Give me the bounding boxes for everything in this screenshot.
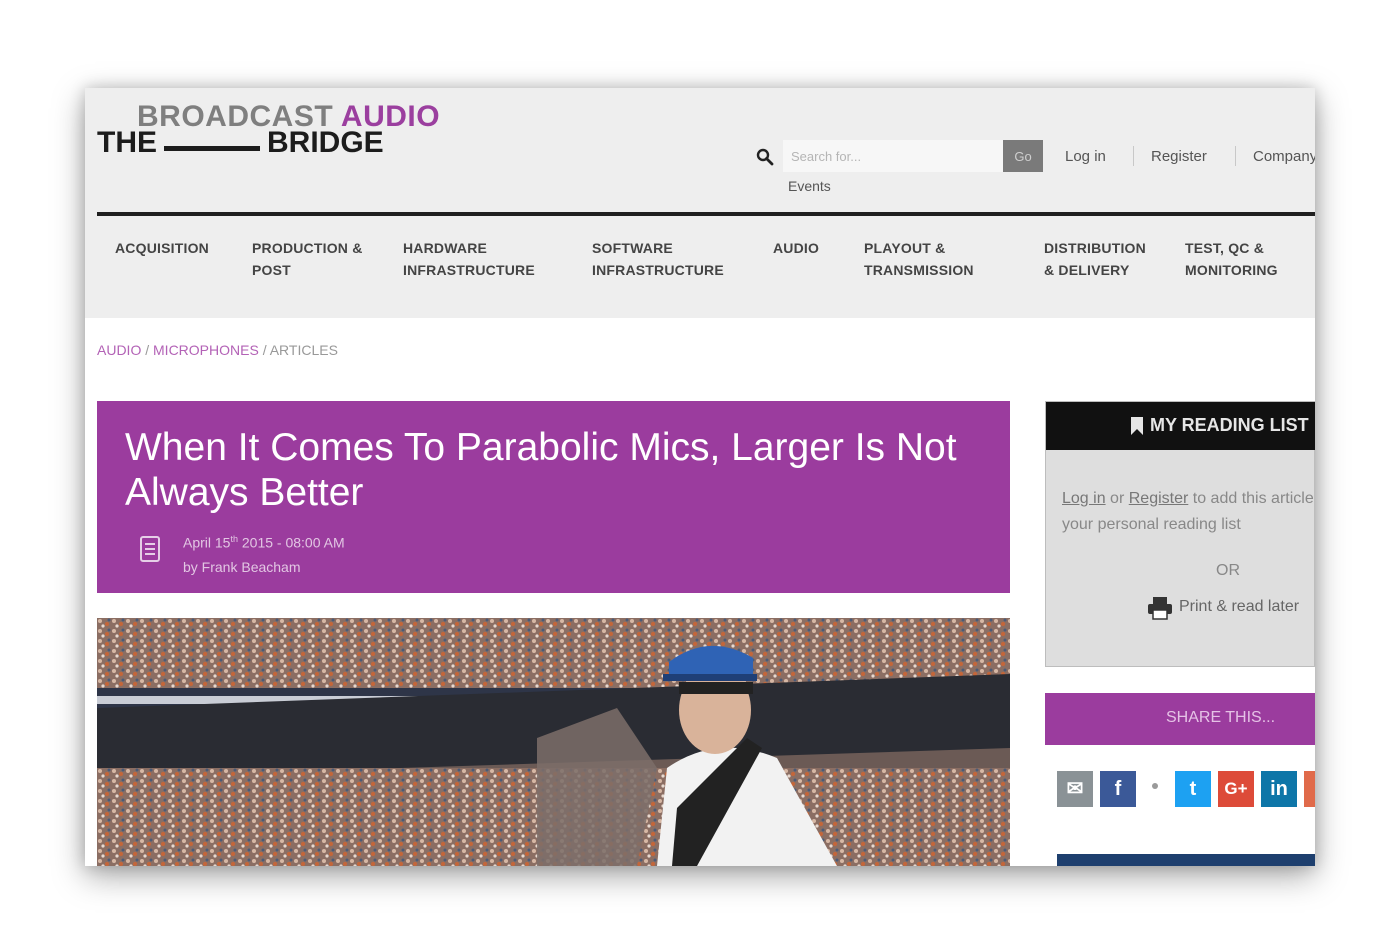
or-divider: OR: [1216, 562, 1240, 579]
twitter-share-icon[interactable]: t: [1175, 771, 1211, 807]
browser-screenshot: BROADCAST AUDIO THE BRIDGE Go Log in Reg…: [85, 88, 1315, 866]
nav-item-audio[interactable]: AUDIO: [773, 237, 819, 259]
reading-login-link[interactable]: Log in: [1062, 490, 1106, 507]
date-day: April 15: [183, 534, 231, 551]
nav-item-test-qc-monitoring[interactable]: TEST, QC & MONITORING: [1185, 237, 1278, 281]
breadcrumb-audio[interactable]: AUDIO: [97, 342, 141, 358]
logo-bar: [164, 146, 260, 151]
linkedin-share-icon[interactable]: in: [1261, 771, 1297, 807]
company-link[interactable]: Company: [1253, 148, 1315, 165]
email-share-icon[interactable]: ✉: [1057, 771, 1093, 807]
nav-item-production-post[interactable]: PRODUCTION & POST: [252, 237, 363, 281]
reading-list-box: MY READING LIST Log in or Register to ad…: [1045, 401, 1315, 667]
link-separator: [1133, 146, 1134, 166]
nav-label: TRANSMISSION: [864, 262, 974, 278]
share-bar: SHARE THIS...: [1045, 693, 1315, 745]
nav-item-acquisition[interactable]: ACQUISITION: [115, 237, 209, 259]
nav-label: AUDIO: [773, 240, 820, 256]
article-date: April 15th 2015 - 08:00 AM: [183, 527, 345, 555]
nav-label: PLAYOUT &: [864, 240, 946, 256]
nav-label: PRODUCTION &: [252, 240, 363, 256]
site-logo[interactable]: BROADCAST AUDIO THE BRIDGE: [97, 100, 440, 160]
breadcrumb-separator: /: [258, 342, 270, 358]
reading-list-text: Log in or Register to add this article t…: [1062, 486, 1315, 538]
reading-text-rest: to add this article to: [1192, 490, 1315, 507]
share-label: SHARE THIS...: [1166, 709, 1276, 726]
search-icon[interactable]: [756, 148, 774, 166]
register-link[interactable]: Register: [1151, 148, 1207, 165]
article-title: When It Comes To Parabolic Mics, Larger …: [125, 426, 957, 514]
nav-label: INFRASTRUCTURE: [592, 262, 724, 278]
google-plus-share-icon[interactable]: G+: [1218, 771, 1254, 807]
hero-image: [97, 618, 1010, 866]
breadcrumb: AUDIO / MICROPHONES / ARTICLES: [97, 342, 338, 358]
bookmark-icon: [1131, 417, 1143, 435]
nav-label: DISTRIBUTION: [1044, 240, 1146, 256]
nav-label: HARDWARE: [403, 240, 488, 256]
nav-item-distribution-delivery[interactable]: DISTRIBUTION & DELIVERY: [1044, 237, 1146, 281]
breadcrumb-microphones[interactable]: MICROPHONES: [153, 342, 259, 358]
reading-list-title: MY READING LIST: [1150, 415, 1309, 435]
sidebar-ad-strip: [1057, 854, 1315, 866]
nav-label: TEST, QC &: [1185, 240, 1265, 256]
printer-icon[interactable]: [1147, 596, 1173, 620]
article-meta: April 15th 2015 - 08:00 AM by Frank Beac…: [183, 527, 345, 579]
search-input[interactable]: [783, 140, 1003, 172]
date-suffix: th: [230, 534, 238, 544]
reading-or: or: [1110, 490, 1125, 507]
date-time: 2015 - 08:00 AM: [237, 534, 345, 551]
article-header: When It Comes To Parabolic Mics, Larger …: [97, 401, 1010, 593]
nav-item-hardware-infrastructure[interactable]: HARDWARE INFRASTRUCTURE: [403, 237, 535, 281]
link-separator: [1235, 146, 1236, 166]
nav-label: SOFTWARE: [592, 240, 673, 256]
more-share-icon[interactable]: [1304, 771, 1315, 807]
logo-bridge: BRIDGE: [267, 126, 384, 159]
breadcrumb-separator: /: [141, 342, 154, 358]
reading-list-header: MY READING LIST: [1046, 402, 1315, 450]
facebook-share-icon[interactable]: f: [1100, 771, 1136, 807]
login-link[interactable]: Log in: [1065, 148, 1106, 165]
separator-dot: [1152, 783, 1158, 789]
print-read-later-link[interactable]: Print & read later: [1179, 598, 1299, 616]
logo-the: THE: [97, 126, 157, 159]
article-author: by Frank Beacham: [183, 558, 301, 575]
breadcrumb-articles: ARTICLES: [269, 342, 338, 358]
nav-label: POST: [252, 262, 291, 278]
reading-text-line2: your personal reading list: [1062, 516, 1241, 533]
events-link[interactable]: Events: [788, 178, 831, 194]
site-header: BROADCAST AUDIO THE BRIDGE Go Log in Reg…: [85, 88, 1315, 318]
nav-item-software-infrastructure[interactable]: SOFTWARE INFRASTRUCTURE: [592, 237, 724, 281]
nav-item-playout-transmission[interactable]: PLAYOUT & TRANSMISSION: [864, 237, 974, 281]
nav-label: INFRASTRUCTURE: [403, 262, 535, 278]
nav-label: ACQUISITION: [115, 240, 209, 256]
nav-label: & DELIVERY: [1044, 262, 1130, 278]
document-icon: [140, 536, 160, 562]
nav-label: MONITORING: [1185, 262, 1278, 278]
search-go-button[interactable]: Go: [1003, 140, 1043, 172]
nav-top-rule: [97, 212, 1315, 216]
reading-register-link[interactable]: Register: [1129, 490, 1189, 507]
